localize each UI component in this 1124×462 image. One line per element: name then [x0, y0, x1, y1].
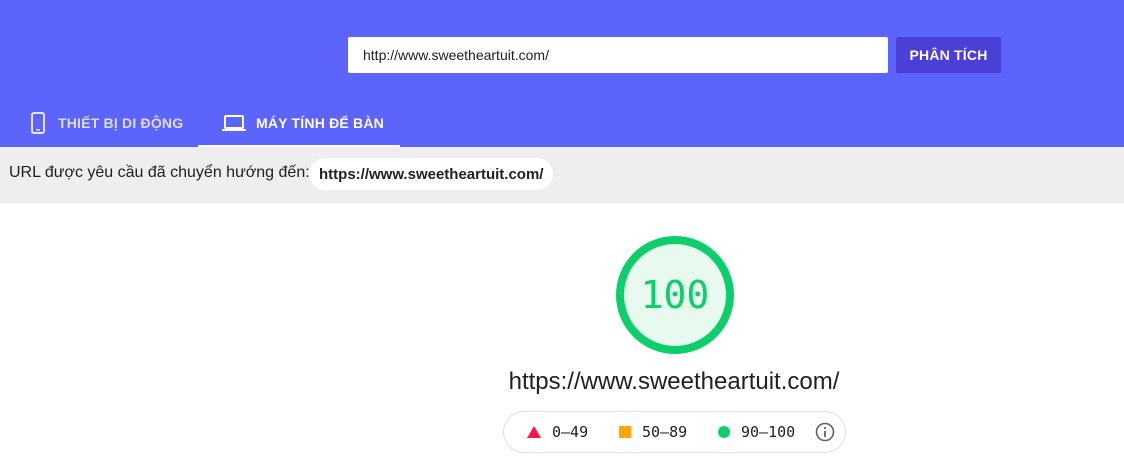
score-legend: 0–49 50–89 90–100	[503, 411, 846, 453]
tab-desktop[interactable]: MÁY TÍNH ĐỂ BÀN	[198, 98, 400, 147]
url-input[interactable]	[348, 37, 888, 73]
info-icon[interactable]	[815, 422, 835, 442]
tab-mobile-label: THIẾT BỊ DI ĐỘNG	[58, 114, 184, 131]
redirect-label: URL được yêu cầu đã chuyển hướng đến:	[9, 164, 310, 181]
tab-mobile[interactable]: THIẾT BỊ DI ĐỘNG	[0, 98, 198, 147]
legend-label-fail: 0–49	[552, 423, 589, 441]
redirect-url[interactable]: https://www.sweetheartuit.com/	[309, 158, 554, 190]
legend-label-average: 50–89	[642, 423, 688, 441]
score-value: 100	[640, 273, 710, 317]
legend-label-pass: 90–100	[741, 423, 796, 441]
analyze-button[interactable]: PHÂN TÍCH	[896, 37, 1001, 73]
square-icon	[619, 426, 631, 438]
tab-desktop-label: MÁY TÍNH ĐỂ BÀN	[256, 114, 384, 131]
redirect-bar: URL được yêu cầu đã chuyển hướng đến:	[0, 147, 1124, 203]
final-url: https://www.sweetheartuit.com/	[508, 368, 840, 395]
legend-item-fail: 0–49	[527, 412, 588, 452]
circle-icon	[718, 426, 730, 438]
legend-item-average: 50–89	[619, 412, 687, 452]
header: PHÂN TÍCH THIẾT BỊ DI ĐỘNG MÁY TÍNH ĐỂ B…	[0, 0, 1124, 147]
triangle-icon	[527, 426, 541, 438]
legend-item-pass: 90–100	[718, 412, 795, 452]
smartphone-icon	[28, 111, 48, 135]
laptop-icon	[222, 113, 246, 133]
device-tabs: THIẾT BỊ DI ĐỘNG MÁY TÍNH ĐỂ BÀN	[0, 98, 400, 147]
